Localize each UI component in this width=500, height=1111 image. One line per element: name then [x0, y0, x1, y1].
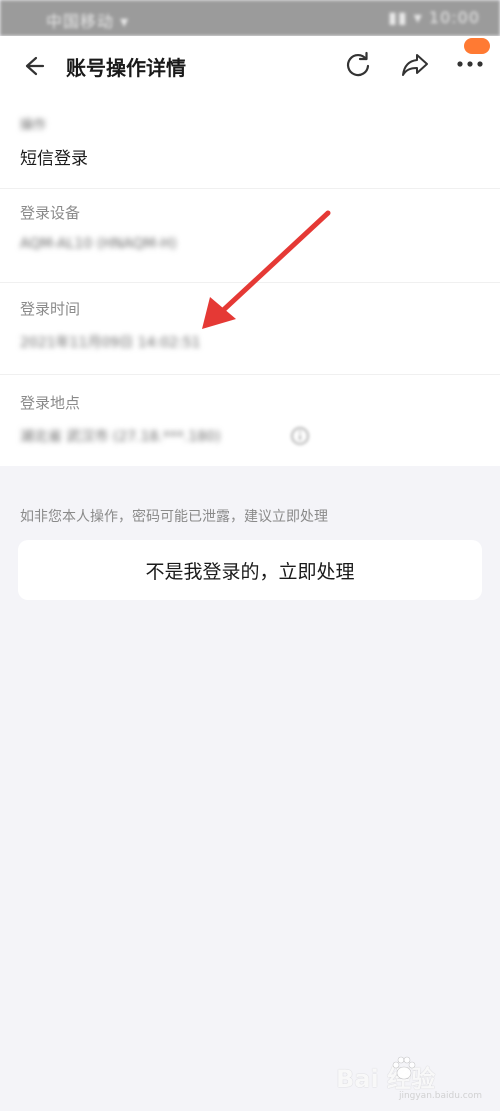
app-header: 账号操作详情 [0, 36, 500, 95]
baidu-jingyan-watermark: Bai 经验 jingyan.baidu.com [336, 1049, 486, 1101]
device-label: 登录设备 [20, 204, 81, 222]
operation-label: 操作 [20, 118, 47, 133]
carrier-label: 中国移动 ▾ [46, 12, 130, 31]
share-icon[interactable] [400, 51, 430, 79]
paw-logo-icon [392, 1056, 416, 1080]
not-me-handle-button-label: 不是我登录的，立即处理 [145, 560, 355, 583]
location-label: 登录地点 [20, 394, 81, 412]
page-title: 账号操作详情 [66, 56, 186, 80]
info-circle-icon[interactable] [290, 426, 310, 446]
security-warning-text: 如非您本人操作，密码可能已泄露，建议立即处理 [20, 509, 328, 525]
operation-row: 操作 短信登录 [0, 94, 500, 188]
status-right-info: ▮▮ ▾ 10:00 [388, 8, 480, 27]
notification-badge [464, 38, 490, 54]
account-operation-card: 操作 短信登录 登录设备 AQM-AL10 (HNAQM-H) 登录时间 202… [0, 94, 500, 466]
location-value: 湖北省 武汉市 (27.18.***.180) [20, 429, 221, 445]
watermark-url: jingyan.baidu.com [398, 1091, 482, 1101]
refresh-icon[interactable] [344, 51, 372, 79]
watermark-logo: Bai 经验 [336, 1065, 436, 1093]
location-row: 登录地点 湖北省 武汉市 (27.18.***.180) [0, 374, 500, 466]
time-row: 登录时间 2021年11月09日 14:02:51 [0, 282, 500, 374]
not-me-handle-button[interactable]: 不是我登录的，立即处理 [18, 540, 482, 600]
device-row: 登录设备 AQM-AL10 (HNAQM-H) [0, 188, 500, 282]
back-arrow-icon[interactable] [18, 52, 46, 80]
more-options-icon[interactable] [456, 60, 484, 68]
device-value: AQM-AL10 (HNAQM-H) [20, 236, 177, 252]
time-label: 登录时间 [20, 300, 81, 318]
operation-value: 短信登录 [20, 149, 88, 169]
time-value: 2021年11月09日 14:02:51 [20, 335, 201, 351]
status-bar: 中国移动 ▾ ▮▮ ▾ 10:00 [0, 0, 500, 36]
